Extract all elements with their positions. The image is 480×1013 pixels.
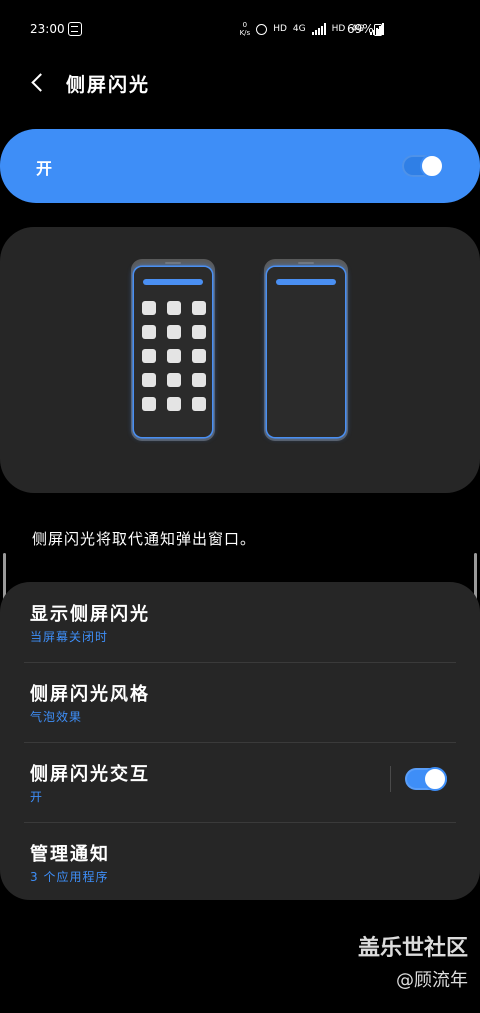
status-bar: 23:00 0 K/s HD 4G HD 4G 69% (0, 0, 480, 60)
network-label-1: 4G (292, 24, 306, 34)
list-item-edge-lighting-interaction[interactable]: 侧屏闪光交互 开 (0, 742, 480, 822)
app-bar: 侧屏闪光 (0, 60, 480, 106)
watermark-author: @顾流年 (396, 970, 468, 991)
battery-icon (374, 24, 382, 36)
signal-icon-1 (311, 23, 326, 35)
master-switch-bar[interactable]: 开 (0, 129, 480, 203)
screen: 23:00 0 K/s HD 4G HD 4G 69% 侧屏闪光 开 侧屏闪光将… (0, 0, 480, 1013)
settings-list: 显示侧屏闪光 当屏幕关闭时 侧屏闪光风格 气泡效果 侧屏闪光交互 开 管理通知 … (0, 582, 480, 900)
vertical-divider (390, 766, 391, 792)
setting-title: 侧屏闪光交互 (30, 764, 150, 785)
list-item-show-edge-lighting[interactable]: 显示侧屏闪光 当屏幕关闭时 (0, 582, 480, 662)
list-item-edge-lighting-style[interactable]: 侧屏闪光风格 气泡效果 (0, 662, 480, 742)
setting-subtitle: 气泡效果 (30, 710, 83, 724)
setting-title: 显示侧屏闪光 (30, 604, 150, 625)
notification-bar (276, 279, 336, 285)
net-speed-value: 0 (242, 21, 248, 29)
net-speed-unit: K/s (239, 29, 251, 37)
phone-screen (267, 267, 345, 437)
carrier-app-icon (68, 22, 82, 36)
toggle-knob (420, 154, 444, 178)
setting-title: 侧屏闪光风格 (30, 684, 150, 705)
setting-subtitle: 当屏幕关闭时 (30, 630, 109, 644)
hd-label-2: HD (331, 24, 346, 34)
setting-title: 管理通知 (30, 844, 110, 865)
master-toggle[interactable] (402, 154, 444, 178)
toggle-knob (423, 767, 447, 791)
watermark-title: 盖乐世社区 (357, 936, 468, 961)
notification-bar (143, 279, 203, 285)
description-text: 侧屏闪光将取代通知弹出窗口。 (32, 530, 257, 548)
phone-illustration-off (264, 259, 348, 441)
phone-screen (134, 267, 212, 437)
speaker-icon (298, 262, 314, 264)
edge-lighting-illustration (0, 227, 480, 493)
interaction-toggle[interactable] (405, 767, 447, 791)
master-switch-label: 开 (36, 159, 53, 178)
list-item-manage-notifications[interactable]: 管理通知 3 个应用程序 (0, 822, 480, 902)
page-title: 侧屏闪光 (66, 74, 151, 96)
phone-illustration-home (131, 259, 215, 441)
hd-label-1: HD (273, 24, 287, 34)
speaker-icon (165, 262, 181, 264)
battery-percent: 69% (347, 22, 374, 36)
app-grid-icon (142, 301, 206, 411)
alarm-icon (256, 23, 268, 35)
setting-subtitle: 3 个应用程序 (30, 870, 109, 884)
setting-subtitle: 开 (30, 790, 44, 804)
net-speed: 0 K/s (240, 21, 251, 37)
status-time: 23:00 (30, 22, 65, 36)
back-button[interactable] (26, 70, 52, 96)
